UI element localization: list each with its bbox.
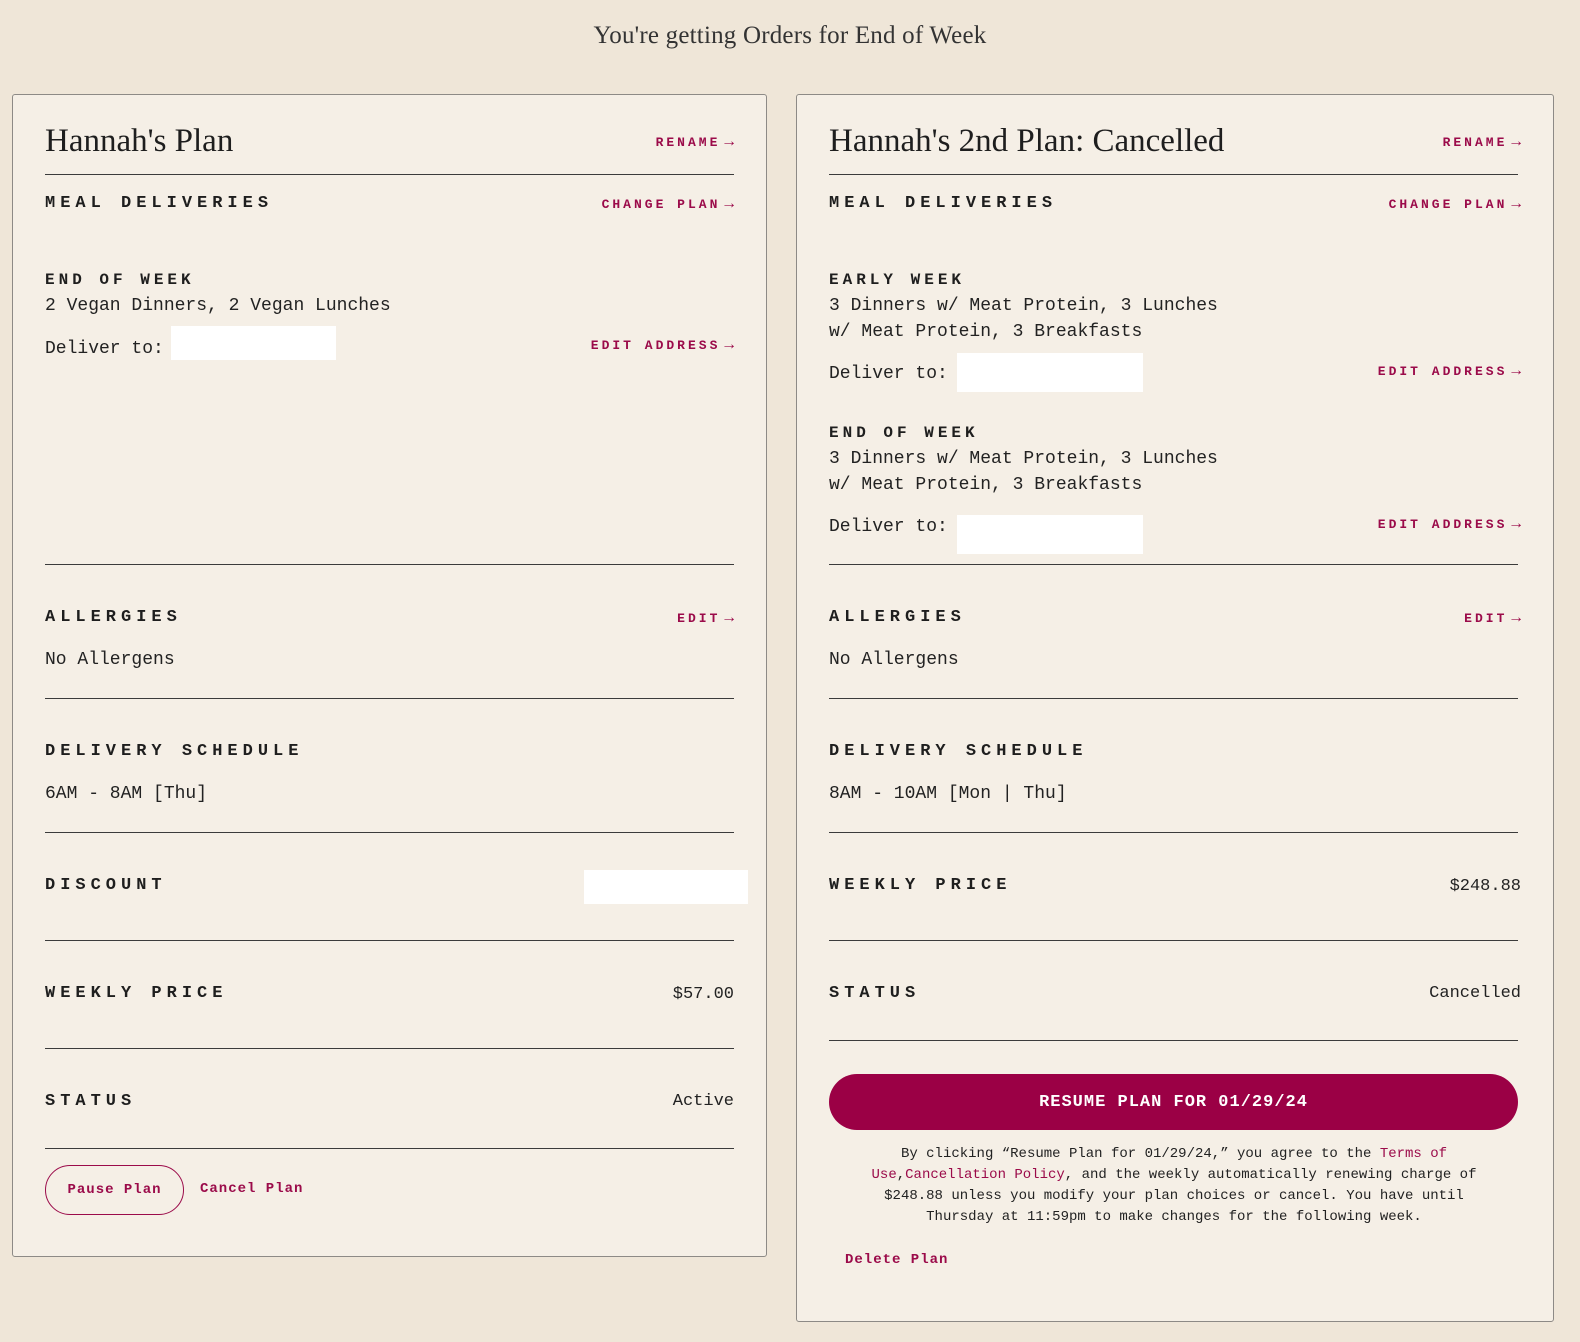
- delivery-description-line2: w/ Meat Protein, 3 Breakfasts: [829, 475, 1143, 495]
- cancel-plan-link[interactable]: Cancel Plan: [200, 1181, 303, 1197]
- legal-text: By clicking “Resume Plan for 01/29/24,” …: [859, 1144, 1489, 1228]
- plan-card-hannahs-2nd-plan: Hannah's 2nd Plan: Cancelled RENAME → MEA…: [796, 94, 1554, 1322]
- divider: [45, 940, 734, 941]
- delete-plan-link[interactable]: Delete Plan: [845, 1252, 948, 1268]
- divider: [829, 174, 1518, 175]
- change-plan-label: CHANGE PLAN: [601, 197, 721, 212]
- edit-allergies-link[interactable]: EDIT →: [677, 609, 734, 627]
- arrow-right-icon: →: [1511, 133, 1521, 151]
- edit-address-label: EDIT ADDRESS: [1377, 364, 1508, 379]
- resume-plan-button[interactable]: RESUME PLAN FOR 01/29/24: [829, 1074, 1518, 1130]
- rename-link[interactable]: RENAME →: [656, 133, 734, 151]
- arrow-right-icon: →: [724, 133, 734, 151]
- delivery-description-line2: w/ Meat Protein, 3 Breakfasts: [829, 322, 1143, 342]
- allergies-value: No Allergens: [829, 650, 959, 670]
- delivery-description-line1: 3 Dinners w/ Meat Protein, 3 Lunches: [829, 296, 1218, 316]
- delivery-schedule-title: DELIVERY SCHEDULE: [829, 742, 1088, 761]
- allergies-title: ALLERGIES: [829, 608, 966, 627]
- address-redacted: [171, 326, 336, 360]
- weekly-price-title: WEEKLY PRICE: [45, 984, 228, 1003]
- arrow-right-icon: →: [724, 336, 734, 354]
- change-plan-label: CHANGE PLAN: [1388, 197, 1508, 212]
- deliver-to-label: Deliver to:: [829, 517, 948, 537]
- deliver-to-label: Deliver to:: [829, 364, 948, 384]
- allergies-value: No Allergens: [45, 650, 175, 670]
- rename-label: RENAME: [1442, 135, 1508, 150]
- delivery-description-line1: 3 Dinners w/ Meat Protein, 3 Lunches: [829, 449, 1218, 469]
- delivery-schedule-title: DELIVERY SCHEDULE: [45, 742, 304, 761]
- divider: [45, 698, 734, 699]
- delivery-day: END OF WEEK: [45, 271, 195, 289]
- address-redacted: [957, 515, 1143, 554]
- arrow-right-icon: →: [1511, 609, 1521, 627]
- meal-deliveries-title: MEAL DELIVERIES: [45, 194, 274, 213]
- plan-name: Hannah's Plan: [45, 123, 234, 159]
- allergies-title: ALLERGIES: [45, 608, 182, 627]
- rename-label: RENAME: [655, 135, 721, 150]
- pause-plan-button[interactable]: Pause Plan: [45, 1165, 184, 1215]
- divider: [829, 832, 1518, 833]
- plan-name: Hannah's 2nd Plan: Cancelled: [829, 123, 1225, 159]
- arrow-right-icon: →: [1511, 362, 1521, 380]
- status-value: Active: [672, 1092, 734, 1111]
- divider: [829, 564, 1518, 565]
- status-title: STATUS: [829, 984, 921, 1003]
- edit-label: EDIT: [1464, 611, 1508, 626]
- edit-address-link[interactable]: EDIT ADDRESS →: [591, 336, 734, 354]
- edit-label: EDIT: [677, 611, 721, 626]
- divider: [829, 940, 1518, 941]
- edit-address-link[interactable]: EDIT ADDRESS →: [1378, 362, 1521, 380]
- arrow-right-icon: →: [724, 609, 734, 627]
- edit-address-label: EDIT ADDRESS: [1377, 517, 1508, 532]
- divider: [45, 1048, 734, 1049]
- arrow-right-icon: →: [724, 195, 734, 213]
- arrow-right-icon: →: [1511, 515, 1521, 533]
- divider: [829, 1040, 1518, 1041]
- legal-part1: By clicking “Resume Plan for 01/29/24,” …: [900, 1146, 1380, 1162]
- edit-address-label: EDIT ADDRESS: [590, 338, 721, 353]
- delivery-schedule-value: 8AM - 10AM [Mon | Thu]: [829, 784, 1067, 804]
- rename-link[interactable]: RENAME →: [1443, 133, 1521, 151]
- discount-title: DISCOUNT: [45, 876, 167, 895]
- change-plan-link[interactable]: CHANGE PLAN →: [1389, 195, 1521, 213]
- meal-deliveries-title: MEAL DELIVERIES: [829, 194, 1058, 213]
- edit-address-link[interactable]: EDIT ADDRESS →: [1378, 515, 1521, 533]
- edit-allergies-link[interactable]: EDIT →: [1464, 609, 1521, 627]
- delivery-schedule-value: 6AM - 8AM [Thu]: [45, 784, 208, 804]
- legal-separator: ,: [896, 1167, 906, 1183]
- divider: [45, 1148, 734, 1149]
- delivery-description: 2 Vegan Dinners, 2 Vegan Lunches: [45, 296, 391, 316]
- discount-redacted: [584, 870, 748, 904]
- page-title: You're getting Orders for End of Week: [593, 22, 987, 49]
- delivery-day: END OF WEEK: [829, 424, 979, 442]
- cancellation-policy-link[interactable]: Cancellation Policy: [905, 1167, 1065, 1183]
- status-title: STATUS: [45, 1092, 137, 1111]
- deliver-to-label: Deliver to:: [45, 339, 164, 359]
- weekly-price-value: $57.00: [672, 985, 734, 1004]
- plan-card-hannahs-plan: Hannah's Plan RENAME → MEAL DELIVERIES CH…: [12, 94, 767, 1257]
- divider: [45, 174, 734, 175]
- delivery-day: EARLY WEEK: [829, 271, 966, 289]
- divider: [829, 698, 1518, 699]
- weekly-price-title: WEEKLY PRICE: [829, 876, 1012, 895]
- address-redacted: [957, 353, 1143, 392]
- change-plan-link[interactable]: CHANGE PLAN →: [602, 195, 734, 213]
- weekly-price-value: $248.88: [1449, 877, 1521, 896]
- arrow-right-icon: →: [1511, 195, 1521, 213]
- divider: [45, 832, 734, 833]
- divider: [45, 564, 734, 565]
- status-value: Cancelled: [1429, 984, 1521, 1003]
